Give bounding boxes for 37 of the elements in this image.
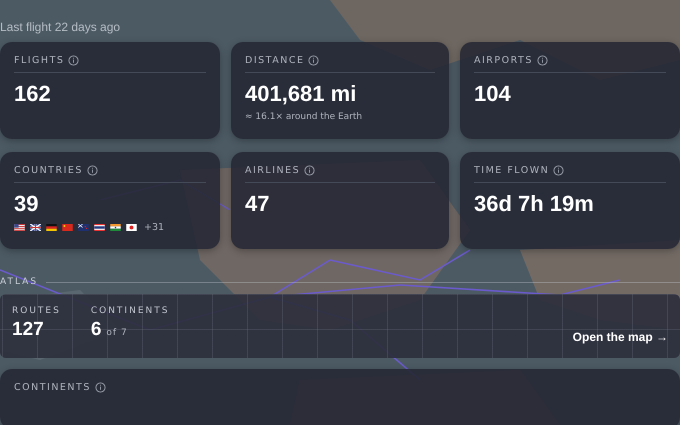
flag-icon xyxy=(14,224,25,231)
info-icon[interactable] xyxy=(68,55,80,66)
stat-value: 36d 7h 19m xyxy=(474,191,595,217)
stat-value: 104 xyxy=(474,81,512,107)
stat-note: ≈ 16.1× around the Earth xyxy=(245,112,364,122)
flag-icon xyxy=(46,224,57,231)
stat-label: COUNTRIES xyxy=(14,165,83,176)
flag-icon xyxy=(94,224,105,231)
flag-icon xyxy=(126,224,137,231)
continents-value: 6 xyxy=(90,319,102,341)
info-icon[interactable] xyxy=(304,165,316,176)
info-icon[interactable] xyxy=(86,165,98,176)
stat-label: AIRLINES xyxy=(245,165,300,176)
stat-label: DISTANCE xyxy=(245,55,304,66)
continents-total: of 7 xyxy=(106,328,128,338)
info-icon[interactable] xyxy=(553,165,564,176)
stat-value: 401,681 mi xyxy=(245,81,358,107)
routes-value: 127 xyxy=(12,319,45,341)
routes-label: ROUTES xyxy=(12,306,61,316)
flag-icon xyxy=(30,224,41,231)
info-icon[interactable] xyxy=(308,55,320,66)
info-icon[interactable] xyxy=(536,55,548,66)
flag-icon xyxy=(110,224,121,231)
stat-label: AIRPORTS xyxy=(474,55,533,66)
stat-label: FLIGHTS xyxy=(14,55,64,66)
card-label: CONTINENTS xyxy=(14,382,91,393)
open-map-link[interactable]: Open the map → xyxy=(572,330,668,344)
stat-value: 39 xyxy=(14,191,40,217)
stat-label: TIME FLOWN xyxy=(474,165,550,176)
stat-value: 47 xyxy=(245,191,270,217)
info-icon[interactable] xyxy=(94,382,106,393)
flag-icon xyxy=(62,224,73,231)
flag-icon xyxy=(78,224,89,231)
continents-label: CONTINENTS xyxy=(90,306,170,316)
stat-value: 162 xyxy=(14,81,52,107)
more-count: +31 xyxy=(144,222,164,233)
last-flight-text: Last flight 22 days ago xyxy=(0,19,122,36)
